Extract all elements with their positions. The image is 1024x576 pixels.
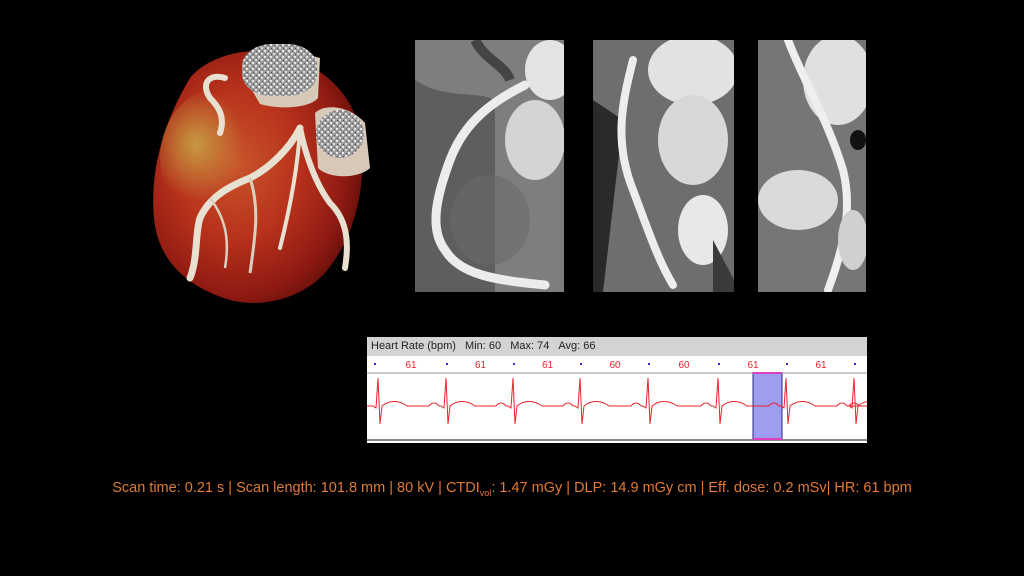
scan-parameters-line: Scan time: 0.21 s | Scan length: 101.8 m…	[0, 480, 1024, 498]
beat-marker	[580, 363, 582, 365]
beat-rate-label: 60	[678, 360, 690, 371]
beat-rate-label: 61	[747, 360, 759, 371]
separator: |	[385, 480, 398, 496]
heart-rate-title: Heart Rate (bpm)	[371, 340, 456, 352]
beat-marker	[648, 363, 650, 365]
separator: |	[696, 480, 709, 496]
tube-voltage: 80 kV	[397, 480, 435, 496]
heart-rate-max: Max: 74	[510, 340, 550, 352]
heart-rate-summary: HR: 61 bpm	[834, 480, 912, 496]
heart-rate-avg: Avg: 66	[558, 340, 596, 352]
scan-length: Scan length: 101.8 mm	[236, 480, 386, 496]
heart-rate-min: Min: 60	[465, 340, 502, 352]
ctdi-value: : 1.47 mGy	[491, 480, 563, 496]
beat-rate-label: 61	[542, 360, 554, 371]
separator: |	[224, 480, 237, 496]
beat-marker	[374, 363, 376, 365]
beat-rate-label: 60	[609, 360, 621, 371]
dlp: DLP: 14.9 mGy cm	[574, 480, 697, 496]
ecg-heart-rate-strip: Heart Rate (bpm) Min: 60 Max: 74 Avg: 66…	[367, 337, 867, 443]
ecg-waveform	[367, 377, 867, 425]
separator: |	[562, 480, 575, 496]
ecg-trace: 61 61 61 60 60 61 61	[367, 360, 867, 441]
separator: |	[434, 480, 446, 496]
effective-dose: Eff. dose: 0.2 mSv	[708, 480, 827, 496]
heart-volume-render-image	[150, 38, 380, 310]
beat-rate-label: 61	[475, 360, 487, 371]
coronary-ct-panel-1	[415, 40, 564, 292]
beat-rate-label: 61	[815, 360, 827, 371]
ecg-header: Heart Rate (bpm) Min: 60 Max: 74 Avg: 66	[367, 337, 867, 356]
beat-marker	[513, 363, 515, 365]
beat-marker	[854, 363, 856, 365]
beat-marker	[446, 363, 448, 365]
ctdi-label: CTDI	[445, 480, 480, 496]
beat-marker	[718, 363, 720, 365]
coronary-ct-panel-2	[593, 40, 734, 292]
coronary-ct-panel-3	[758, 40, 866, 292]
beat-rate-label: 61	[405, 360, 417, 371]
beat-marker	[786, 363, 788, 365]
scan-time: Scan time: 0.21 s	[112, 480, 225, 496]
ctdi-subscript: vol	[479, 487, 492, 498]
